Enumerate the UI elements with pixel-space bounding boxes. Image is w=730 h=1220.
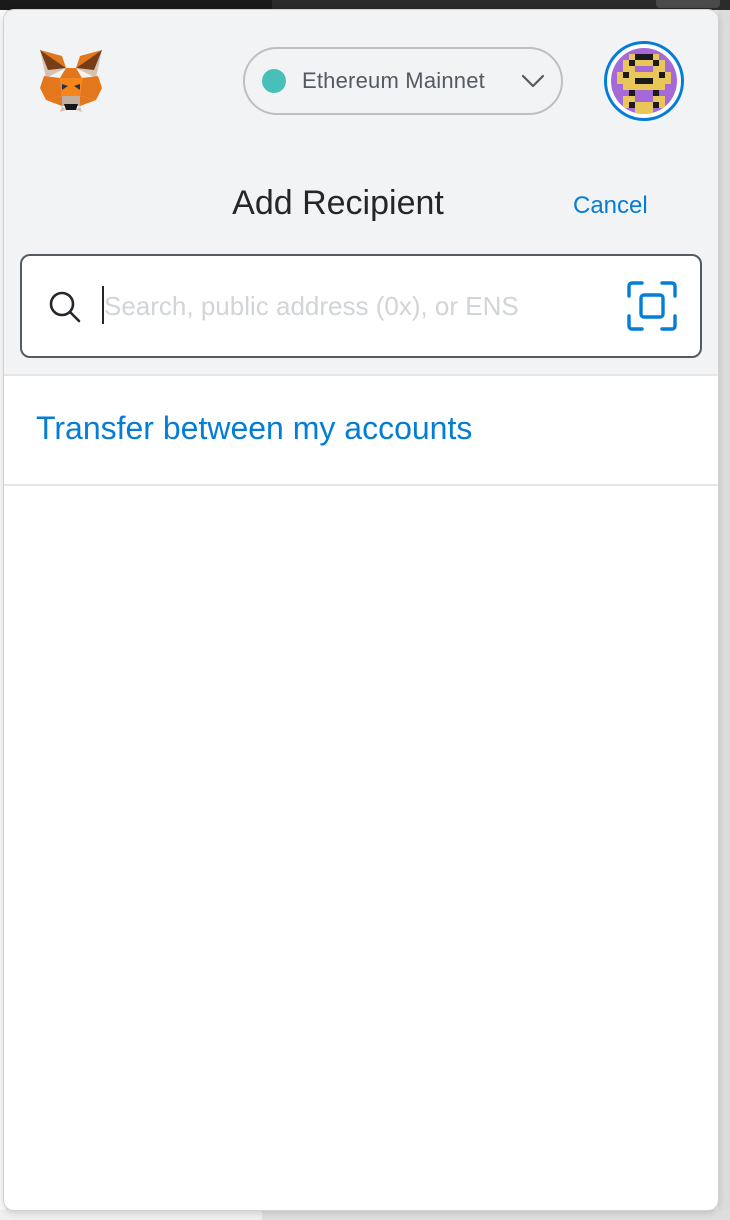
background-page-bottom — [0, 1210, 730, 1220]
browser-top-bar — [0, 0, 730, 10]
identicon-avatar — [611, 48, 677, 114]
transfer-divider — [4, 484, 718, 486]
network-name: Ethereum Mainnet — [302, 68, 485, 93]
recipient-search-box — [20, 254, 702, 358]
chevron-down-icon — [521, 74, 545, 88]
metamask-fox-icon — [40, 50, 102, 112]
browser-tab-strip — [0, 0, 272, 10]
transfer-between-accounts-link[interactable]: Transfer between my accounts — [36, 410, 472, 447]
background-page-bottom-left — [0, 1210, 262, 1220]
account-avatar[interactable] — [604, 41, 684, 121]
recipient-search-input[interactable] — [104, 282, 604, 330]
background-page-right — [718, 10, 730, 1220]
search-icon — [49, 291, 81, 323]
network-status-dot — [262, 69, 286, 93]
app-header: Ethereum Mainnet Add Recipient Cancel Se… — [4, 10, 718, 374]
header-divider — [4, 374, 718, 376]
cancel-button[interactable]: Cancel — [573, 192, 648, 220]
page-title: Add Recipient — [232, 184, 444, 222]
qr-scan-icon[interactable] — [626, 280, 678, 332]
browser-tab — [656, 0, 720, 8]
metamask-popup: Ethereum Mainnet Add Recipient Cancel Se… — [4, 10, 718, 1210]
network-selector[interactable]: Ethereum Mainnet — [243, 47, 563, 115]
